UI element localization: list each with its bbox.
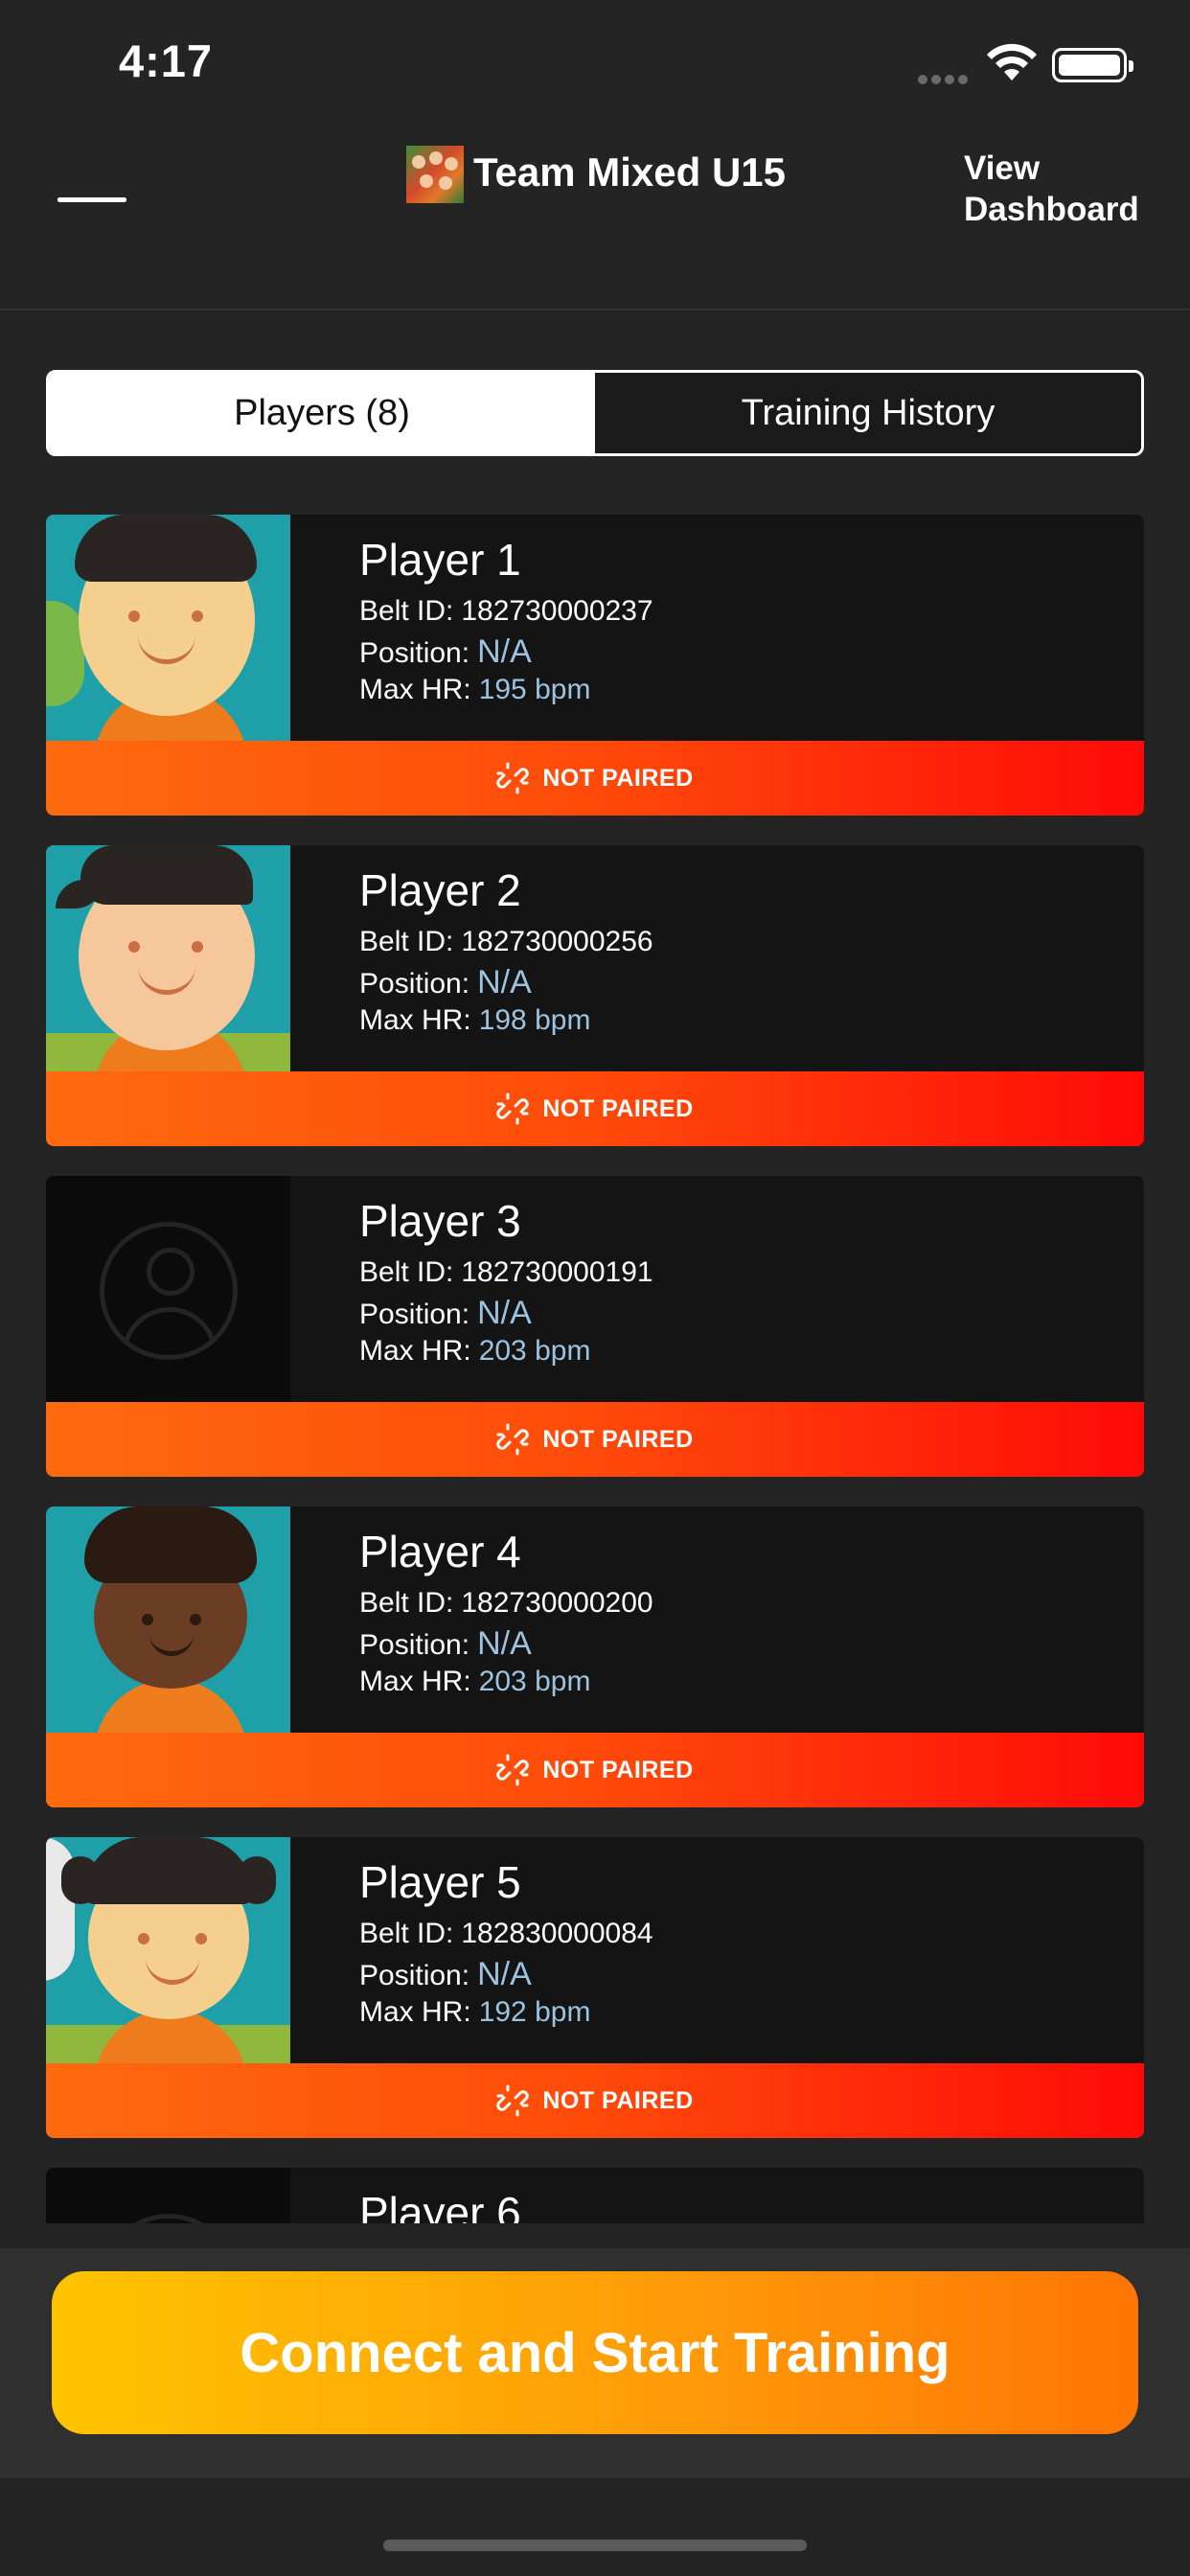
player-card[interactable]: Player 4 Belt ID: 182730000200 Position: N… xyxy=(46,1506,1144,1807)
pair-status-label: NOT PAIRED xyxy=(542,1756,694,1783)
player-avatar xyxy=(46,515,290,741)
belt-id-row: Belt ID: 182730000191 xyxy=(359,1256,653,1288)
tab-training-history[interactable]: Training History xyxy=(595,373,1141,453)
player-avatar-placeholder xyxy=(46,1176,290,1402)
user-placeholder-icon xyxy=(100,1222,238,1360)
belt-id-row: Belt ID: 182830000084 xyxy=(359,1918,653,1949)
player-name: Player 5 xyxy=(359,1857,521,1907)
bottom-action-bar: Connect and Start Training xyxy=(0,2248,1190,2478)
pair-status-bar[interactable]: NOT PAIRED xyxy=(46,741,1144,816)
broken-link-icon xyxy=(496,2084,530,2117)
player-card[interactable]: Player 1 Belt ID: 182730000237 Position: N… xyxy=(46,515,1144,816)
broken-link-icon xyxy=(496,1423,530,1456)
position-value: N/A xyxy=(477,1956,532,1992)
position-row: Position: N/A xyxy=(359,1295,532,1331)
belt-id-row: Belt ID: 182730000200 xyxy=(359,1587,653,1619)
max-hr-value: 195 bpm xyxy=(478,674,591,705)
max-hr-value: 203 bpm xyxy=(478,1666,591,1697)
home-indicator[interactable] xyxy=(383,2540,807,2551)
player-name: Player 3 xyxy=(359,1196,521,1246)
broken-link-icon xyxy=(496,1092,530,1125)
player-name: Player 4 xyxy=(359,1527,521,1576)
player-avatar xyxy=(46,1837,290,2063)
hamburger-menu-icon[interactable] xyxy=(57,161,126,220)
pair-status-bar[interactable]: NOT PAIRED xyxy=(46,1733,1144,1807)
wifi-icon xyxy=(987,43,1037,80)
max-hr-row: Max HR: 198 bpm xyxy=(359,1004,591,1036)
player-name: Player 1 xyxy=(359,535,521,585)
pair-status-bar[interactable]: NOT PAIRED xyxy=(46,2063,1144,2138)
max-hr-value: 203 bpm xyxy=(478,1335,591,1367)
belt-id-value: 182830000084 xyxy=(461,1918,653,1949)
app-header: Team Mixed U15 View Dashboard xyxy=(0,125,1190,310)
max-hr-value: 192 bpm xyxy=(478,1996,591,2028)
pair-status-label: NOT PAIRED xyxy=(542,2086,694,2114)
belt-id-value: 182730000200 xyxy=(461,1587,653,1619)
max-hr-row: Max HR: 203 bpm xyxy=(359,1335,591,1367)
status-time: 4:17 xyxy=(119,35,214,86)
view-dashboard-label-line2: Dashboard xyxy=(964,191,1139,228)
position-row: Position: N/A xyxy=(359,964,532,1000)
player-name: Player 2 xyxy=(359,865,521,915)
player-card[interactable]: Player 3 Belt ID: 182730000191 Position: N… xyxy=(46,1176,1144,1477)
pair-status-label: NOT PAIRED xyxy=(542,1094,694,1122)
pair-status-bar[interactable]: NOT PAIRED xyxy=(46,1402,1144,1477)
position-value: N/A xyxy=(477,1295,532,1331)
broken-link-icon xyxy=(496,1754,530,1786)
pair-status-bar[interactable]: NOT PAIRED xyxy=(46,1071,1144,1146)
players-history-segmented-control: Players (8) Training History xyxy=(46,370,1144,456)
view-dashboard-button[interactable]: View Dashboard xyxy=(964,148,1139,230)
battery-icon xyxy=(1052,48,1133,82)
belt-id-value: 182730000237 xyxy=(461,595,653,627)
belt-id-value: 182730000256 xyxy=(461,926,653,957)
position-value: N/A xyxy=(477,1625,532,1662)
status-bar: 4:17 xyxy=(0,0,1190,125)
pair-status-label: NOT PAIRED xyxy=(542,1425,694,1453)
player-card[interactable]: Player 2 Belt ID: 182730000256 Position: N… xyxy=(46,845,1144,1146)
belt-id-row: Belt ID: 182730000256 xyxy=(359,926,653,957)
cellular-signal-icon xyxy=(918,72,973,84)
view-dashboard-label-line1: View xyxy=(964,150,1041,187)
player-card[interactable]: Player 5 Belt ID: 182830000084 Position: N… xyxy=(46,1837,1144,2138)
tab-players[interactable]: Players (8) xyxy=(49,373,595,453)
team-logo xyxy=(406,146,464,203)
player-card[interactable]: Player 6 xyxy=(46,2168,1144,2223)
player-list[interactable]: Player 1 Belt ID: 182730000237 Position: N… xyxy=(0,479,1190,2223)
max-hr-row: Max HR: 203 bpm xyxy=(359,1666,591,1697)
belt-id-value: 182730000191 xyxy=(461,1256,653,1288)
position-value: N/A xyxy=(477,633,532,670)
broken-link-icon xyxy=(496,762,530,794)
connect-start-training-button[interactable]: Connect and Start Training xyxy=(52,2271,1138,2434)
position-row: Position: N/A xyxy=(359,1625,532,1662)
team-title: Team Mixed U15 xyxy=(473,150,787,195)
player-avatar-placeholder xyxy=(46,2168,290,2223)
player-avatar xyxy=(46,1506,290,1733)
pair-status-label: NOT PAIRED xyxy=(542,764,694,792)
position-row: Position: N/A xyxy=(359,1956,532,1992)
user-placeholder-icon xyxy=(100,2214,238,2223)
position-value: N/A xyxy=(477,964,532,1000)
max-hr-value: 198 bpm xyxy=(478,1004,591,1036)
max-hr-row: Max HR: 192 bpm xyxy=(359,1996,591,2028)
player-avatar xyxy=(46,845,290,1071)
connect-start-training-label: Connect and Start Training xyxy=(240,2321,950,2384)
belt-id-row: Belt ID: 182730000237 xyxy=(359,595,653,627)
position-row: Position: N/A xyxy=(359,633,532,670)
max-hr-row: Max HR: 195 bpm xyxy=(359,674,591,705)
player-name: Player 6 xyxy=(359,2188,521,2223)
